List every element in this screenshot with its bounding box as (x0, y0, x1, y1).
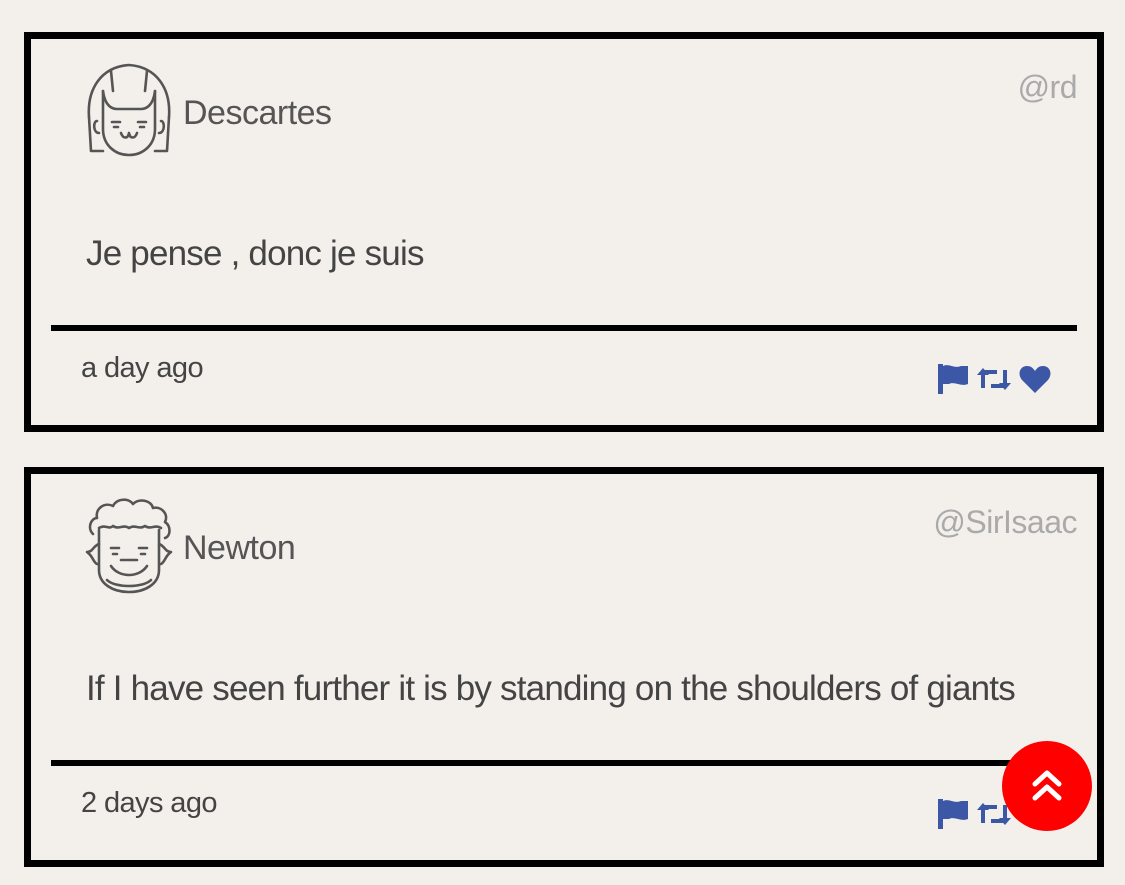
heart-icon[interactable] (1019, 364, 1051, 394)
author-handle[interactable]: @rd (1018, 67, 1078, 107)
tweet-actions (937, 362, 1051, 396)
girl-face-icon (87, 63, 171, 157)
tweet-card: Newton @SirIsaac If I have seen further … (24, 467, 1104, 867)
author-handle[interactable]: @SirIsaac (933, 502, 1077, 542)
tweet-feed: Descartes @rd Je pense , donc je suis a … (0, 0, 1125, 885)
flag-icon[interactable] (937, 363, 969, 395)
tweet-text: Je pense , donc je suis (86, 234, 424, 273)
scroll-to-top-button[interactable] (1002, 741, 1092, 831)
author-name: Descartes (183, 94, 332, 132)
double-chevron-up-icon (1032, 770, 1062, 801)
tweet-card: Descartes @rd Je pense , donc je suis a … (24, 32, 1104, 432)
tweet-text: If I have seen further it is by standing… (86, 669, 1016, 708)
flag-icon[interactable] (937, 798, 969, 830)
retweet-icon[interactable] (977, 366, 1011, 392)
divider (51, 325, 1077, 331)
divider (51, 760, 1077, 766)
author-name: Newton (183, 529, 296, 567)
curly-hair-face-icon (85, 498, 173, 594)
timestamp: 2 days ago (81, 787, 217, 819)
timestamp: a day ago (81, 352, 204, 384)
